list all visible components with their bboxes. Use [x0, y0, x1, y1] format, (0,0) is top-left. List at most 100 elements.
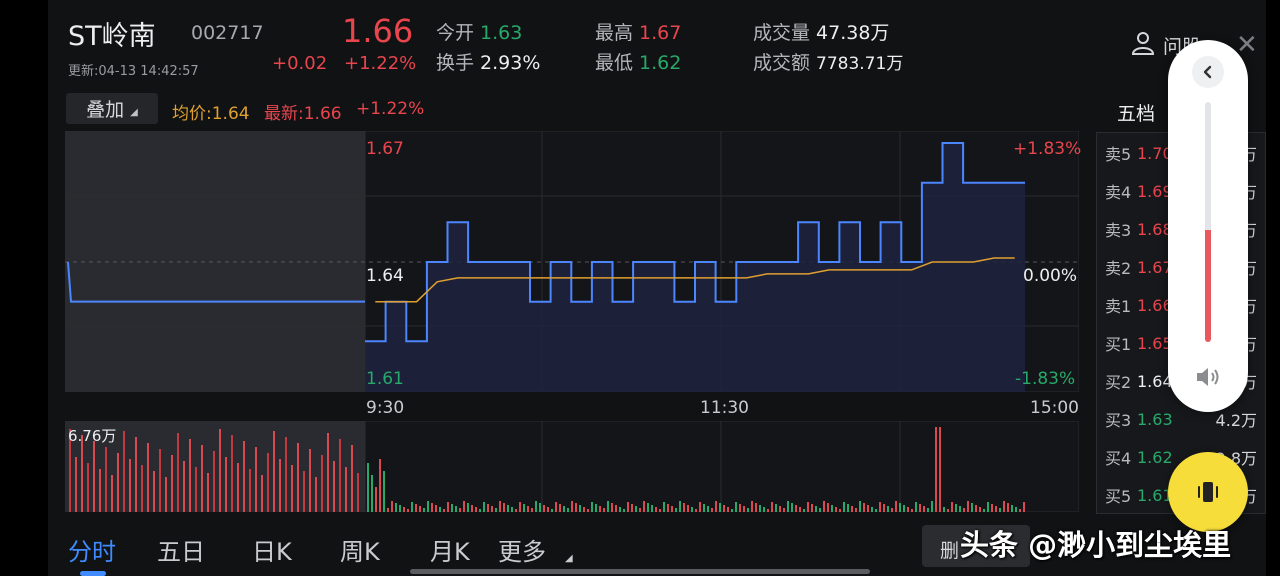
- volume-bar: [399, 505, 401, 512]
- collapse-button[interactable]: [1192, 56, 1224, 88]
- volume-bar: [591, 502, 593, 512]
- speaker-icon[interactable]: [1194, 364, 1222, 390]
- volume-bar: [963, 508, 965, 512]
- volume-bar: [863, 503, 865, 512]
- volume-bar: [887, 506, 889, 512]
- low-value: 1.62: [639, 52, 682, 74]
- volume-bar: [667, 504, 669, 512]
- volume-bar: [543, 505, 545, 512]
- watermark: 头条 @渺小到尘埃里: [960, 528, 1232, 562]
- volume-bar: [467, 503, 469, 512]
- volume-bar: [751, 501, 753, 512]
- stock-code: 002717: [191, 22, 264, 44]
- tab-intraday[interactable]: 分时: [68, 532, 116, 567]
- volume-bar: [663, 502, 665, 512]
- volume-bar: [183, 461, 185, 512]
- amount-stat: 成交额 7783.71万: [753, 48, 903, 75]
- pre-market-shade: [65, 131, 365, 392]
- volume-bar: [371, 475, 373, 512]
- tab-monthly-k[interactable]: 月K: [430, 532, 470, 567]
- volume-bar: [225, 457, 227, 512]
- volume-bar: [111, 475, 113, 512]
- volume-bar: [379, 459, 381, 512]
- vibrate-icon: [1198, 482, 1218, 502]
- tab-weekly-k[interactable]: 周K: [340, 532, 380, 567]
- open-stat: 今开 1.63: [436, 18, 522, 45]
- volume-bar: [195, 467, 197, 512]
- volume-bar: [967, 501, 969, 512]
- volume-bar: [273, 431, 275, 512]
- turnover-stat: 换手 2.93%: [436, 48, 540, 75]
- volume-bar: [297, 443, 299, 512]
- volume-bar: [507, 505, 509, 512]
- volume-bar: [575, 503, 577, 512]
- volume-bar: [823, 501, 825, 512]
- tab-more[interactable]: 更多: [498, 532, 546, 567]
- volume-bar: [647, 503, 649, 512]
- volume-bar: [415, 504, 417, 512]
- tab-five-day[interactable]: 五日: [157, 532, 205, 567]
- volume-bar: [587, 509, 589, 512]
- volume-bar: [563, 506, 565, 512]
- last-price: 1.66: [342, 12, 414, 50]
- volume-bar: [843, 502, 845, 512]
- volume-bar: [867, 505, 869, 512]
- volume-bar: [723, 505, 725, 512]
- volume-bar: [635, 506, 637, 512]
- volume-bar: [261, 475, 263, 512]
- tab-daily-k[interactable]: 日K: [252, 532, 292, 567]
- user-icon[interactable]: [1130, 30, 1156, 56]
- home-indicator[interactable]: [410, 569, 870, 574]
- volume-bar: [987, 502, 989, 512]
- volume-bar: [759, 505, 761, 512]
- volume-bar: [515, 509, 517, 512]
- volume-bar: [991, 504, 993, 512]
- volume-bar: [435, 505, 437, 512]
- volume-bar: [459, 508, 461, 512]
- volume-bar: [695, 509, 697, 512]
- price-axis-mid: 1.64: [366, 266, 404, 286]
- volume-bar: [831, 505, 833, 512]
- order-price: 1.63: [1137, 409, 1173, 429]
- order-row: 买3 1.63 4.2万: [1105, 400, 1257, 438]
- volume-bar: [907, 507, 909, 512]
- volume-bar: [899, 503, 901, 512]
- volume-bar: [267, 453, 269, 512]
- volume-bar: [939, 427, 941, 512]
- volume-bar: [451, 504, 453, 512]
- volume-bar: [735, 502, 737, 512]
- intraday-price-chart[interactable]: [65, 131, 1079, 392]
- volume-bar: [243, 441, 245, 512]
- volume-bar: [731, 509, 733, 512]
- volume-bar: [951, 502, 953, 512]
- volume-bar: [351, 445, 353, 512]
- volume-bar: [1015, 507, 1017, 512]
- volume-bar: [75, 457, 77, 512]
- volume-bar: [455, 506, 457, 512]
- high-stat: 最高 1.67: [595, 18, 681, 45]
- volume-bar: [559, 504, 561, 512]
- volume-bar: [105, 447, 107, 512]
- volume-bar: [599, 506, 601, 512]
- vibrate-toggle-button[interactable]: [1168, 452, 1248, 532]
- volume-bar: [387, 508, 389, 512]
- volume-bar: [439, 507, 441, 512]
- volume-bar: [643, 501, 645, 512]
- volume-value: 47.38万: [816, 22, 890, 44]
- order-book-title[interactable]: 五档: [1117, 99, 1155, 126]
- volume-label: 成交量: [753, 22, 811, 44]
- volume-bar: [767, 509, 769, 512]
- order-label: 卖1: [1105, 297, 1132, 316]
- pct-axis-bottom: -1.83%: [1015, 369, 1076, 389]
- volume-bar: [739, 504, 741, 512]
- volume-bar: [935, 427, 937, 512]
- volume-bar: [159, 449, 161, 512]
- volume-bar: [291, 465, 293, 512]
- volume-bar: [771, 502, 773, 512]
- overlay-button[interactable]: 叠加 ◢: [66, 93, 158, 124]
- volume-chart[interactable]: [65, 421, 1079, 512]
- volume-bar: [471, 505, 473, 512]
- volume-bar: [555, 502, 557, 512]
- latest-price-legend: 最新:1.66: [264, 104, 342, 124]
- volume-bar: [803, 509, 805, 512]
